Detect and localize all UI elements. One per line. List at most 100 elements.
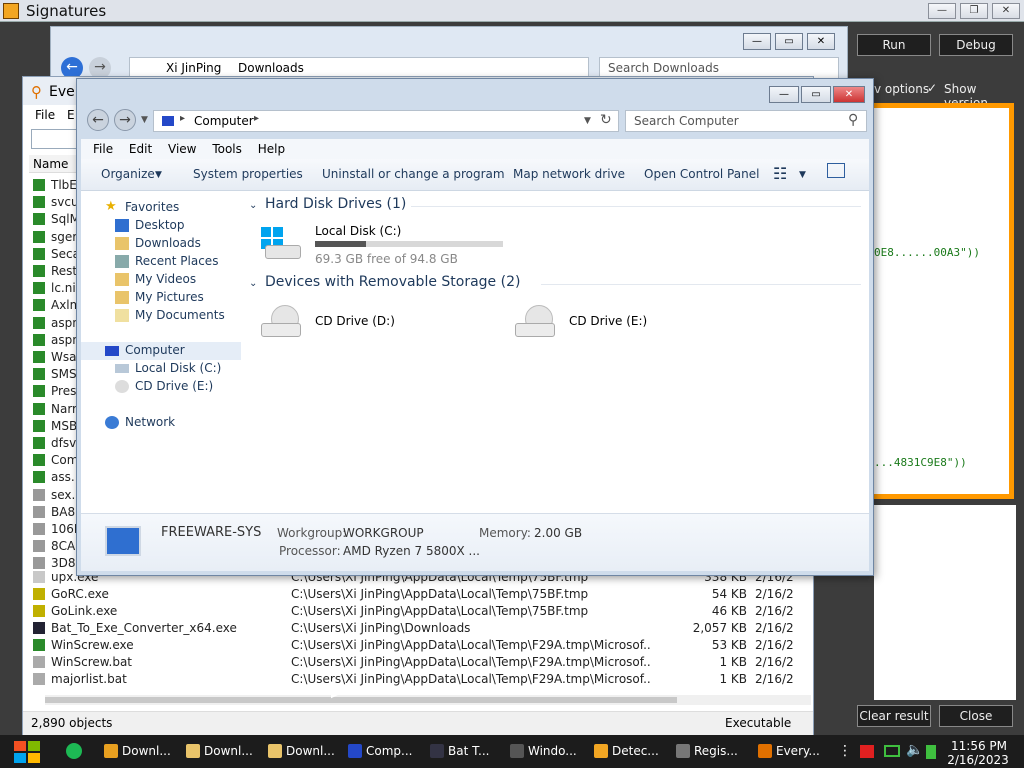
system-properties-button[interactable]: System properties <box>193 167 303 181</box>
back-arrow-icon[interactable]: ← <box>87 109 109 131</box>
network-status-icon[interactable] <box>884 745 900 757</box>
menu-file[interactable]: File <box>35 108 55 122</box>
taskbar-button[interactable]: Downl... <box>262 738 342 765</box>
run-button[interactable]: Run <box>857 34 931 56</box>
file-name: MSB <box>51 418 78 433</box>
command-bar: Organize ▼ System properties Uninstall o… <box>81 159 869 191</box>
horizontal-scrollbar[interactable] <box>45 695 811 705</box>
chevron-down-icon[interactable]: ⌄ <box>249 200 257 211</box>
spotify-icon[interactable] <box>66 743 82 759</box>
file-icon <box>33 179 45 191</box>
local-disk-item[interactable]: Local Disk (C:) 69.3 GB free of 94.8 GB <box>257 221 507 267</box>
close-button[interactable]: ✕ <box>992 3 1020 19</box>
volume-icon[interactable]: 🔈 <box>906 742 923 758</box>
flag-icon[interactable] <box>860 745 874 758</box>
breadcrumb-item[interactable]: Xi JinPing <box>166 61 221 75</box>
refresh-icon[interactable]: ↻ <box>600 112 612 128</box>
nav-local-disk[interactable]: Local Disk (C:) <box>81 360 241 378</box>
nav-desktop[interactable]: Desktop <box>81 217 241 235</box>
chevron-down-icon[interactable]: ⌄ <box>249 278 257 289</box>
minimize-button[interactable]: — <box>743 33 771 50</box>
nav-my-videos[interactable]: My Videos <box>81 271 241 289</box>
file-icon <box>33 523 45 535</box>
search-placeholder: Search Computer <box>634 114 739 128</box>
hdd-group-header[interactable]: Hard Disk Drives (1) <box>265 196 406 212</box>
close-result-button[interactable]: Close <box>939 705 1013 727</box>
clock-date[interactable]: 2/16/2023 <box>940 753 1016 767</box>
close-button[interactable]: ✕ <box>833 86 865 103</box>
nav-my-documents[interactable]: My Documents <box>81 307 241 325</box>
computer-search-input[interactable]: Search Computer ⚲ <box>625 110 867 132</box>
view-options-icon[interactable]: ☷ <box>773 164 787 183</box>
taskbar-button[interactable]: Windo... <box>504 738 584 765</box>
file-name: svcu <box>51 195 79 210</box>
nav-cd-drive[interactable]: CD Drive (E:) <box>81 378 241 396</box>
clock-time[interactable]: 11:56 PM <box>942 739 1016 753</box>
column-name-header[interactable]: Name <box>33 157 68 171</box>
taskbar-button[interactable]: Comp... <box>342 738 422 765</box>
taskbar-button[interactable]: Downl... <box>180 738 260 765</box>
tray-icon[interactable] <box>926 745 936 759</box>
windows-start-icon[interactable] <box>10 738 44 765</box>
status-filter[interactable]: Executable <box>725 716 791 730</box>
table-row[interactable]: WinScrew.bat C:\Users\Xi JinPing\AppData\… <box>29 654 809 671</box>
computer-address-bar[interactable]: ▸ Computer ▸ ▼ ↻ <box>153 110 619 132</box>
checkmark-icon[interactable]: ✓ <box>927 81 937 95</box>
file-name: ass. <box>51 470 75 485</box>
chevron-down-icon[interactable]: ▼ <box>141 115 148 125</box>
chevron-down-icon[interactable]: ▼ <box>155 170 162 180</box>
menu-tools[interactable]: Tools <box>212 139 242 159</box>
cd-drive-d-item[interactable]: CD Drive (D:) <box>257 301 477 345</box>
chevron-down-icon[interactable]: ▼ <box>799 170 806 180</box>
nav-my-pictures[interactable]: My Pictures <box>81 289 241 307</box>
minimize-button[interactable]: — <box>928 3 956 19</box>
chevron-down-icon[interactable]: ▼ <box>584 116 591 126</box>
taskbar-button[interactable]: Detec... <box>588 738 668 765</box>
table-row[interactable]: majorlist.bat C:\Users\Xi JinPing\AppData… <box>29 671 809 688</box>
nav-favorites[interactable]: ★ Favorites <box>81 199 241 217</box>
windows-drive-icon <box>261 227 301 259</box>
taskbar-button[interactable]: Bat T... <box>424 738 504 765</box>
menu-view[interactable]: View <box>168 139 196 159</box>
options-label[interactable]: v options <box>874 82 929 96</box>
removable-group-header[interactable]: Devices with Removable Storage (2) <box>265 274 520 290</box>
table-row[interactable]: GoRC.exe C:\Users\Xi JinPing\AppData\Loca… <box>29 586 809 603</box>
clear-result-button[interactable]: Clear result <box>857 705 931 727</box>
taskbar-button[interactable]: Downl... <box>98 738 178 765</box>
menu-edit[interactable]: Edit <box>129 139 152 159</box>
menu-file[interactable]: File <box>93 139 113 159</box>
maximize-button[interactable]: ❐ <box>960 3 988 19</box>
nav-network[interactable]: Network <box>81 414 241 432</box>
debug-button[interactable]: Debug <box>939 34 1013 56</box>
table-row[interactable]: GoLink.exe C:\Users\Xi JinPing\AppData\Lo… <box>29 603 809 620</box>
menu-edit[interactable]: E <box>67 108 75 122</box>
breadcrumb-item[interactable]: Downloads <box>238 61 304 75</box>
code-editor[interactable]: 0E8......00A3")) ...4831C9E8")) <box>874 103 1014 499</box>
scrollbar-thumb[interactable] <box>45 697 677 703</box>
uninstall-program-button[interactable]: Uninstall or change a program <box>322 167 505 181</box>
minimize-button[interactable]: — <box>769 86 799 103</box>
organize-button[interactable]: Organize <box>101 167 155 181</box>
table-row[interactable]: WinScrew.exe C:\Users\Xi JinPing\AppData\… <box>29 637 809 654</box>
file-name: 8CA <box>51 539 76 554</box>
app-icon <box>758 744 772 758</box>
search-icon[interactable]: ⚲ <box>848 112 858 128</box>
taskbar-button[interactable]: Regis... <box>670 738 750 765</box>
more-icon[interactable]: ⋮ <box>838 743 852 759</box>
menu-help[interactable]: Help <box>258 139 285 159</box>
breadcrumb-computer[interactable]: Computer <box>194 114 254 128</box>
nav-recent-places[interactable]: Recent Places <box>81 253 241 271</box>
nav-downloads[interactable]: Downloads <box>81 235 241 253</box>
map-network-drive-button[interactable]: Map network drive <box>513 167 625 181</box>
nav-computer[interactable]: Computer <box>81 342 241 360</box>
table-row[interactable]: Bat_To_Exe_Converter_x64.exe C:\Users\Xi … <box>29 620 809 637</box>
taskbar-button[interactable]: Every... <box>752 738 832 765</box>
file-name: Com <box>51 453 79 468</box>
forward-arrow-icon[interactable]: → <box>114 109 136 131</box>
maximize-button[interactable]: ▭ <box>801 86 831 103</box>
preview-pane-icon[interactable] <box>827 163 845 178</box>
close-button[interactable]: ✕ <box>807 33 835 50</box>
maximize-button[interactable]: ▭ <box>775 33 803 50</box>
open-control-panel-button[interactable]: Open Control Panel <box>644 167 759 181</box>
cd-drive-e-item[interactable]: CD Drive (E:) <box>511 301 731 345</box>
